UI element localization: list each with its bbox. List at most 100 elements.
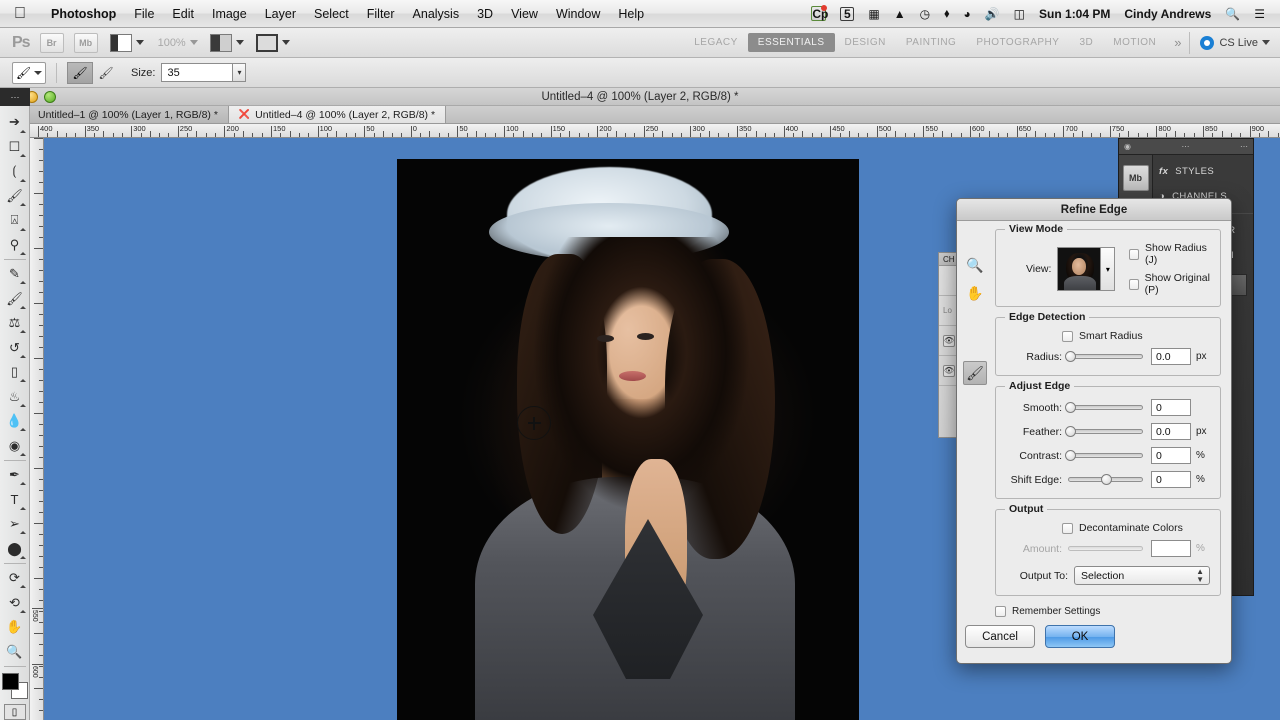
workspace-motion[interactable]: MOTION bbox=[1103, 33, 1166, 52]
apple-logo-icon[interactable]:  bbox=[14, 5, 26, 22]
wifi-icon[interactable]: ◕ bbox=[963, 7, 970, 21]
menu-item-3d[interactable]: 3D bbox=[468, 0, 502, 28]
quick-mask-mode-button[interactable]: ▯ bbox=[3, 704, 26, 720]
menu-item-layer[interactable]: Layer bbox=[256, 0, 305, 28]
brush-size-stepper[interactable]: ▾ bbox=[232, 63, 247, 82]
paint-bucket-tool[interactable]: ♨ bbox=[2, 384, 28, 409]
google-drive-icon[interactable]: ▲ bbox=[894, 7, 906, 21]
dropbox-icon[interactable]: ▦ bbox=[868, 7, 879, 21]
menu-item-filter[interactable]: Filter bbox=[358, 0, 404, 28]
refine-brush-tool-preset[interactable]: 🖌 bbox=[12, 61, 46, 84]
document-tab-untitled-1[interactable]: Untitled–1 @ 100% (Layer 1, RGB/8) * bbox=[28, 106, 229, 123]
shift-edge-input[interactable]: 0 bbox=[1151, 471, 1191, 488]
brush-tool[interactable]: 🖌 bbox=[2, 286, 28, 311]
decontaminate-colors-row[interactable]: Decontaminate Colors bbox=[1062, 522, 1210, 534]
cancel-button[interactable]: Cancel bbox=[965, 625, 1035, 648]
canvas-image[interactable] bbox=[397, 159, 859, 720]
ok-button[interactable]: OK bbox=[1045, 625, 1115, 648]
radius-slider[interactable] bbox=[1064, 351, 1143, 363]
arrange-documents-button[interactable] bbox=[209, 33, 244, 52]
battery-icon[interactable]: ◫ bbox=[1014, 7, 1025, 21]
spot-healing-brush-tool[interactable]: ✎ bbox=[2, 262, 28, 287]
ellipse-shape-tool[interactable]: ⬤ bbox=[2, 536, 28, 561]
hand-tool[interactable]: ✋ bbox=[2, 615, 28, 640]
rectangular-marquee-tool[interactable]: ☐ bbox=[2, 135, 28, 160]
workspace-3d[interactable]: 3D bbox=[1069, 33, 1103, 52]
remember-settings-checkbox[interactable] bbox=[995, 606, 1006, 617]
view-preset-thumbnail[interactable] bbox=[1057, 247, 1102, 291]
3d-object-rotate-tool[interactable]: ⟳ bbox=[2, 566, 28, 591]
contrast-slider[interactable] bbox=[1064, 450, 1143, 462]
view-preset-picker[interactable]: ▾ bbox=[1057, 247, 1116, 291]
eyedropper-tool[interactable]: ⚲ bbox=[2, 233, 28, 258]
view-extras-button[interactable] bbox=[109, 33, 144, 52]
mini-bridge-button[interactable]: Mb bbox=[73, 32, 98, 53]
show-original-checkbox-row[interactable]: Show Original (P) bbox=[1129, 272, 1210, 296]
crop-tool[interactable]: ⍓ bbox=[2, 208, 28, 233]
remember-settings-row[interactable]: Remember Settings bbox=[995, 606, 1221, 617]
smart-radius-checkbox[interactable] bbox=[1062, 330, 1073, 342]
menu-item-window[interactable]: Window bbox=[547, 0, 609, 28]
smart-radius-checkbox-row[interactable]: Smart Radius bbox=[1062, 330, 1210, 342]
quick-selection-tool[interactable]: 🖌 bbox=[2, 184, 28, 209]
slider-thumb[interactable] bbox=[1064, 351, 1076, 362]
eye-icon[interactable]: 👁 bbox=[943, 334, 955, 347]
menu-item-analysis[interactable]: Analysis bbox=[404, 0, 469, 28]
mini-bridge-panel-icon[interactable]: Mb bbox=[1122, 165, 1149, 191]
history-brush-tool[interactable]: ↺ bbox=[2, 335, 28, 360]
zoom-level-label[interactable]: 100% bbox=[158, 37, 186, 49]
workspace-painting[interactable]: PAINTING bbox=[896, 33, 966, 52]
pen-tool[interactable]: ✒ bbox=[2, 463, 28, 488]
view-preset-dropdown-arrow[interactable]: ▾ bbox=[1101, 247, 1116, 291]
menu-item-photoshop[interactable]: Photoshop bbox=[42, 0, 125, 28]
panel-dock-header[interactable]: ◉ ⋯ ⋯ bbox=[1119, 139, 1253, 155]
radius-input[interactable]: 0.0 bbox=[1151, 348, 1191, 365]
feather-slider[interactable] bbox=[1064, 426, 1143, 438]
bluetooth-icon[interactable]: ⬧ bbox=[944, 6, 949, 21]
window-zoom-button[interactable] bbox=[44, 91, 56, 103]
erase-refinements-mode-button[interactable]: 🖌 bbox=[93, 62, 119, 84]
search-icon[interactable]: 🔍 bbox=[1225, 7, 1240, 21]
toolbar-grip[interactable]: ⋯ bbox=[0, 88, 30, 106]
menu-username[interactable]: Cindy Andrews bbox=[1124, 7, 1211, 21]
menu-item-image[interactable]: Image bbox=[203, 0, 256, 28]
eraser-tool[interactable]: ▯ bbox=[2, 360, 28, 385]
refine-radius-mode-button[interactable]: 🖌 bbox=[67, 61, 93, 84]
menu-clock[interactable]: Sun 1:04 PM bbox=[1039, 7, 1110, 21]
brush-size-input[interactable]: 35 bbox=[161, 63, 234, 82]
menu-item-select[interactable]: Select bbox=[305, 0, 358, 28]
horizontal-ruler[interactable]: 400 350 300 250 200 150 100 50 0 50 100 150 200 250 30… bbox=[30, 124, 1280, 138]
vertical-ruler[interactable]: 550 600 bbox=[30, 138, 44, 720]
cp-badge-icon[interactable]: Cp bbox=[811, 5, 828, 21]
panel-grip-icon[interactable]: ⋯ bbox=[1240, 142, 1248, 151]
volume-icon[interactable]: 🔊 bbox=[985, 7, 1000, 21]
show-radius-checkbox[interactable] bbox=[1129, 248, 1140, 260]
workspace-essentials[interactable]: ESSENTIALS bbox=[747, 33, 835, 52]
document-tab-untitled-4[interactable]: ❌ Untitled–4 @ 100% (Layer 2, RGB/8) * bbox=[228, 106, 447, 123]
type-tool[interactable]: T bbox=[2, 487, 28, 512]
menu-item-help[interactable]: Help bbox=[609, 0, 653, 28]
close-icon[interactable]: ❌ bbox=[239, 109, 250, 120]
zoom-tool[interactable]: 🔍 bbox=[2, 639, 28, 664]
output-to-select[interactable]: Selection ▲ ▼ bbox=[1074, 566, 1210, 585]
panel-collapse-icon[interactable]: ◉ bbox=[1124, 142, 1131, 151]
smooth-input[interactable]: 0 bbox=[1151, 399, 1191, 416]
clone-stamp-tool[interactable]: ⚖ bbox=[2, 311, 28, 336]
lasso-tool[interactable]: ⟮ bbox=[2, 159, 28, 184]
refine-radius-brush-tool[interactable]: 🖌 bbox=[963, 361, 987, 385]
contrast-input[interactable]: 0 bbox=[1151, 447, 1191, 464]
eye-icon[interactable]: 👁 bbox=[943, 364, 955, 377]
workspace-more-icon[interactable]: » bbox=[1166, 35, 1189, 50]
workspace-photography[interactable]: PHOTOGRAPHY bbox=[966, 33, 1069, 52]
foreground-color-swatch[interactable] bbox=[1, 672, 19, 690]
panel-grip-icon[interactable]: ⋯ bbox=[1181, 142, 1189, 151]
show-original-checkbox[interactable] bbox=[1129, 278, 1139, 290]
3d-camera-rotate-tool[interactable]: ⟲ bbox=[2, 590, 28, 615]
zoom-tool[interactable]: 🔍 bbox=[963, 253, 987, 277]
screen-mode-button[interactable] bbox=[255, 33, 290, 52]
color-swatches[interactable] bbox=[1, 672, 28, 699]
move-tool[interactable]: ➔ bbox=[2, 110, 28, 135]
workspace-legacy[interactable]: LEGACY bbox=[684, 33, 748, 52]
hand-tool[interactable]: ✋ bbox=[963, 281, 987, 305]
shift-edge-slider[interactable] bbox=[1068, 474, 1143, 486]
